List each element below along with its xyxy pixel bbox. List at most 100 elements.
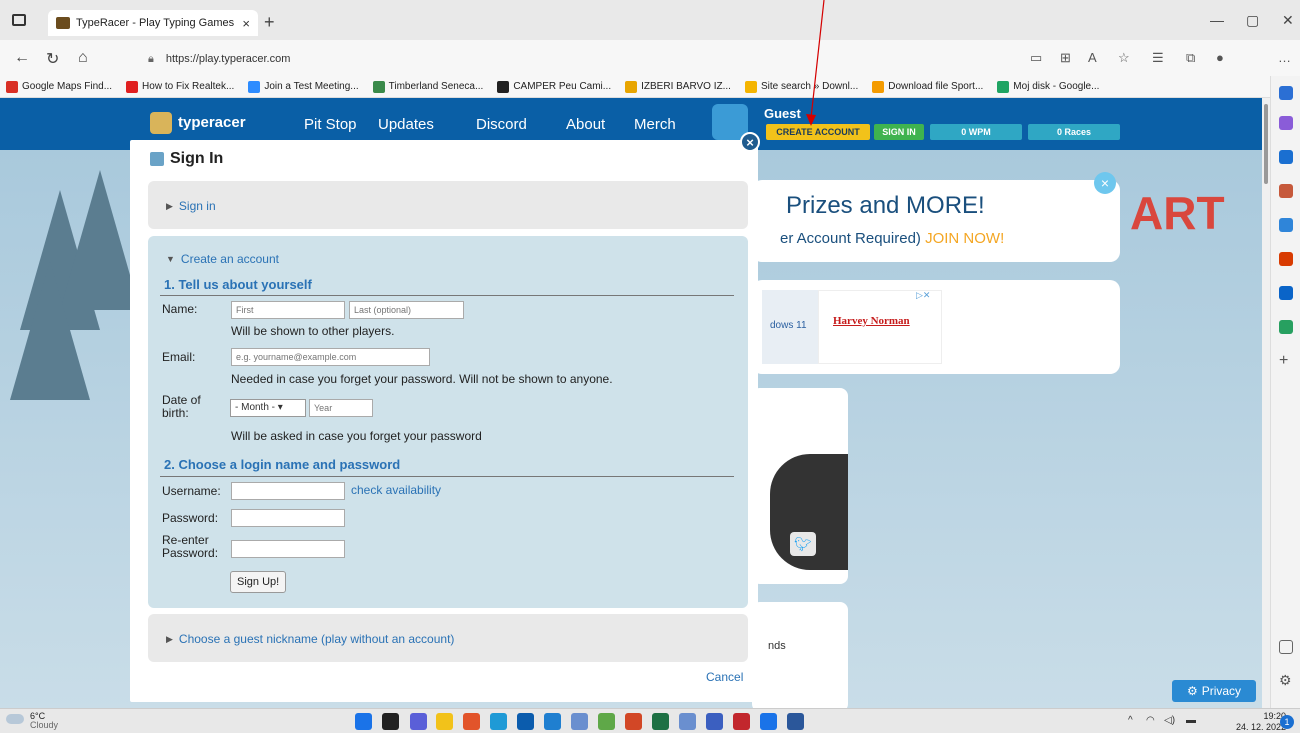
profile-icon[interactable]: ● — [1216, 50, 1224, 65]
page-scrollbar[interactable] — [1262, 98, 1270, 708]
privacy-button[interactable]: ⚙ Privacy — [1172, 680, 1256, 702]
sign-in-button[interactable]: SIGN IN — [874, 124, 924, 140]
bookmark-item[interactable]: Site search » Downl... — [744, 80, 858, 93]
bookmark-item[interactable]: Download file Sport... — [872, 80, 983, 93]
back-icon[interactable]: ← — [14, 49, 30, 67]
races-badge: 0 Races — [1028, 124, 1120, 140]
reader-view-icon[interactable]: ▭ — [1030, 50, 1042, 66]
nav-discord[interactable]: Discord — [476, 116, 527, 133]
month-select[interactable]: - Month - ▾ — [230, 399, 306, 417]
maximize-icon[interactable]: ▢ — [1246, 12, 1259, 29]
start-icon[interactable] — [355, 713, 372, 730]
collections-icon[interactable]: ⧉ — [1186, 50, 1195, 66]
ad-banner[interactable]: dows 11 Harvey Norman ▷✕ — [752, 280, 1120, 374]
refresh-icon[interactable]: ↻ — [46, 49, 59, 69]
outlook-icon[interactable] — [1279, 286, 1293, 300]
bookmark-item[interactable]: How to Fix Realtek... — [126, 80, 234, 93]
app-l-icon[interactable] — [544, 713, 561, 730]
typeracer-logo-icon[interactable] — [150, 112, 172, 134]
file-explorer-icon[interactable] — [436, 713, 453, 730]
sign-up-button[interactable]: Sign Up! — [230, 571, 287, 593]
chrome-icon[interactable] — [463, 713, 480, 730]
join-now-link[interactable]: JOIN NOW! — [925, 230, 1004, 247]
bookmark-item[interactable]: Join a Test Meeting... — [248, 80, 359, 93]
task-view-icon[interactable] — [382, 713, 399, 730]
read-aloud-icon[interactable]: A — [1088, 50, 1097, 65]
app-icon[interactable] — [760, 713, 777, 730]
promo-banner[interactable]: Prizes and MORE! er Account Required) JO… — [752, 180, 1120, 262]
store-icon[interactable] — [517, 713, 534, 730]
nav-updates[interactable]: Updates — [378, 116, 434, 133]
url-field[interactable]: 🔒︎ https://play.typeracer.com — [148, 48, 1008, 70]
sign-in-toggle[interactable]: ▶ Sign in — [166, 199, 216, 213]
password-input[interactable] — [231, 509, 345, 527]
first-name-input[interactable] — [231, 301, 345, 319]
app-icon[interactable]: ⊞ — [1060, 50, 1071, 66]
nav-pit-stop[interactable]: Pit Stop — [304, 116, 357, 133]
discover-icon[interactable] — [1279, 116, 1293, 130]
nav-merch[interactable]: Merch — [634, 116, 676, 133]
shopping-icon[interactable] — [1279, 184, 1293, 198]
word-icon[interactable] — [787, 713, 804, 730]
games-icon[interactable] — [1279, 218, 1293, 232]
notification-badge[interactable]: 1 — [1280, 715, 1294, 729]
promo-close-icon[interactable]: × — [1094, 172, 1116, 194]
bookmark-item[interactable]: Moj disk - Google... — [997, 80, 1099, 93]
close-window-icon[interactable]: ✕ — [1282, 12, 1294, 29]
bookmark-favicon-icon — [6, 80, 18, 93]
office-icon[interactable] — [1279, 252, 1293, 266]
close-tab-icon[interactable]: × — [242, 16, 250, 31]
ad-choices-icon[interactable]: ▷✕ — [916, 290, 930, 301]
username-input[interactable] — [231, 482, 345, 500]
side-card-text: nds — [768, 640, 786, 652]
year-input[interactable] — [309, 399, 373, 417]
guest-nickname-toggle[interactable]: ▶ Choose a guest nickname (play without a… — [166, 632, 454, 646]
lock-icon: 🔒︎ — [148, 52, 154, 65]
volume-icon[interactable]: ◁) — [1164, 715, 1175, 726]
bookmark-item[interactable]: CAMPER Peu Cami... — [497, 80, 611, 93]
bookmark-item[interactable]: Timberland Seneca... — [372, 80, 483, 93]
edge-icon[interactable] — [490, 713, 507, 730]
search-icon[interactable] — [1279, 86, 1293, 100]
modal-close-icon[interactable]: × — [740, 132, 760, 152]
app-icon[interactable] — [679, 713, 696, 730]
battery-icon[interactable]: ▬ — [1186, 715, 1196, 726]
favorite-star-icon[interactable]: ☆ — [1118, 50, 1130, 66]
tools-icon[interactable] — [1279, 150, 1293, 164]
scrollbar-thumb[interactable] — [1264, 104, 1268, 184]
tab-actions-icon[interactable] — [12, 14, 26, 26]
excel-icon[interactable] — [652, 713, 669, 730]
bookmark-item[interactable]: IZBERI BARVO IZ... — [625, 80, 731, 93]
acrobat-icon[interactable] — [733, 713, 750, 730]
app-icon[interactable] — [598, 713, 615, 730]
bookmark-item[interactable]: Google Maps Find... — [6, 80, 112, 93]
clock[interactable]: 19:20 24. 12. 2022 — [1236, 711, 1286, 733]
cancel-link[interactable]: Cancel — [706, 670, 743, 684]
app-icon[interactable] — [571, 713, 588, 730]
new-tab-button[interactable]: + — [264, 12, 275, 33]
chat-icon[interactable] — [410, 713, 427, 730]
browser-tab[interactable]: TypeRacer - Play Typing Games × — [48, 10, 258, 36]
brand-name[interactable]: typeracer — [178, 114, 246, 131]
add-sidebar-icon[interactable]: + — [1279, 352, 1293, 369]
tray-chevron-icon[interactable]: ^ — [1128, 715, 1133, 726]
last-name-input[interactable] — [349, 301, 464, 319]
more-icon[interactable]: … — [1278, 50, 1291, 65]
app-icon[interactable] — [706, 713, 723, 730]
create-account-button[interactable]: CREATE ACCOUNT — [766, 124, 870, 140]
create-account-toggle[interactable]: ▼ Create an account — [166, 252, 279, 266]
check-availability-link[interactable]: check availability — [351, 483, 441, 497]
favorites-icon[interactable]: ☰ — [1152, 50, 1164, 66]
email-field[interactable] — [231, 348, 430, 366]
weather-widget[interactable]: 6°C Cloudy — [6, 712, 58, 730]
twitter-icon[interactable]: 🐦︎ — [790, 532, 816, 556]
nav-about[interactable]: About — [566, 116, 605, 133]
split-screen-icon[interactable] — [1279, 640, 1293, 654]
drop-icon[interactable] — [1279, 320, 1293, 334]
minimize-icon[interactable]: — — [1210, 12, 1224, 28]
home-icon[interactable]: ⌂ — [78, 49, 88, 67]
sidebar-settings-icon[interactable]: ⚙ — [1279, 672, 1293, 688]
powerpoint-icon[interactable] — [625, 713, 642, 730]
reenter-password-input[interactable] — [231, 540, 345, 558]
wifi-icon[interactable]: ◠ — [1146, 715, 1155, 726]
